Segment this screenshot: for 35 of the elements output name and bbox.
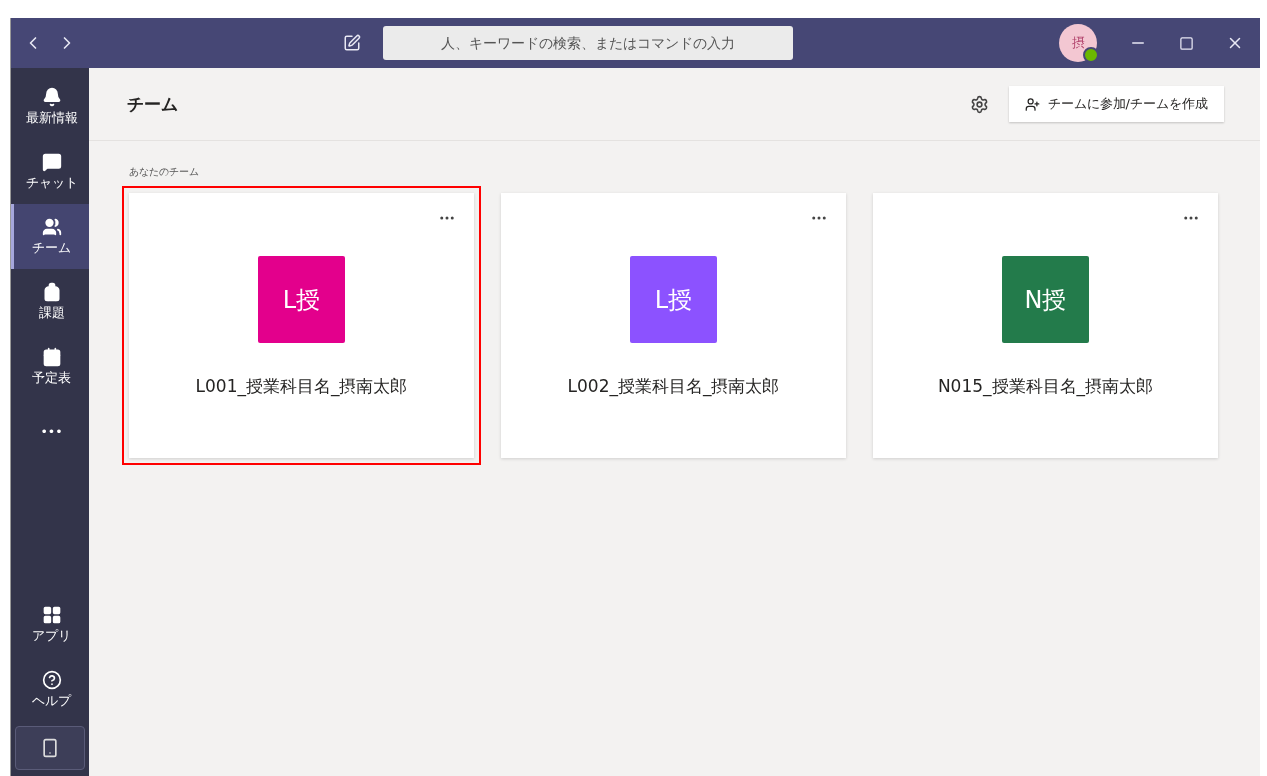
page-title: チーム xyxy=(127,92,178,116)
sidebar-item[interactable]: チャット xyxy=(11,139,89,204)
mobile-app-button[interactable] xyxy=(15,726,85,770)
team-tile: L授 xyxy=(258,256,345,343)
settings-icon[interactable] xyxy=(969,94,989,114)
sidebar-item[interactable]: アプリ xyxy=(11,592,89,657)
add-person-icon xyxy=(1024,96,1040,112)
sidebar-item[interactable]: ヘルプ xyxy=(11,657,89,722)
help-icon xyxy=(41,669,62,690)
sidebar-item[interactable]: 最新情報 xyxy=(11,74,89,139)
team-card[interactable]: N授 N015_授業科目名_摂南太郎 xyxy=(873,193,1218,458)
maximize-icon[interactable] xyxy=(1179,35,1194,51)
sidebar-item[interactable]: 課題 xyxy=(11,269,89,334)
team-card[interactable]: L授 L001_授業科目名_摂南太郎 xyxy=(129,193,474,458)
chat-icon xyxy=(41,151,62,172)
sidebar-item[interactable]: ••• xyxy=(11,399,89,464)
user-avatar[interactable]: 摂 xyxy=(1059,24,1097,62)
presence-dot xyxy=(1083,47,1099,63)
search-field[interactable]: 人、キーワードの検索、またはコマンドの入力 xyxy=(383,26,793,60)
team-name: N015_授業科目名_摂南太郎 xyxy=(937,375,1154,398)
join-create-team-button[interactable]: チームに参加/チームを作成 xyxy=(1008,86,1224,122)
compose-icon[interactable] xyxy=(343,34,361,52)
team-name: L001_授業科目名_摂南太郎 xyxy=(195,375,408,398)
team-name: L002_授業科目名_摂南太郎 xyxy=(567,375,780,398)
team-tile: L授 xyxy=(630,256,717,343)
team-card[interactable]: L授 L002_授業科目名_摂南太郎 xyxy=(501,193,846,458)
apps-icon xyxy=(41,604,62,625)
bell-icon xyxy=(41,86,62,107)
team-tile: N授 xyxy=(1002,256,1089,343)
sidebar-item[interactable]: 予定表 xyxy=(11,334,89,399)
calendar-icon xyxy=(41,346,62,367)
phone-icon xyxy=(40,738,60,758)
people-icon xyxy=(41,216,62,237)
sidebar-item[interactable]: チーム xyxy=(11,204,89,269)
section-title: あなたのチーム xyxy=(129,165,200,179)
